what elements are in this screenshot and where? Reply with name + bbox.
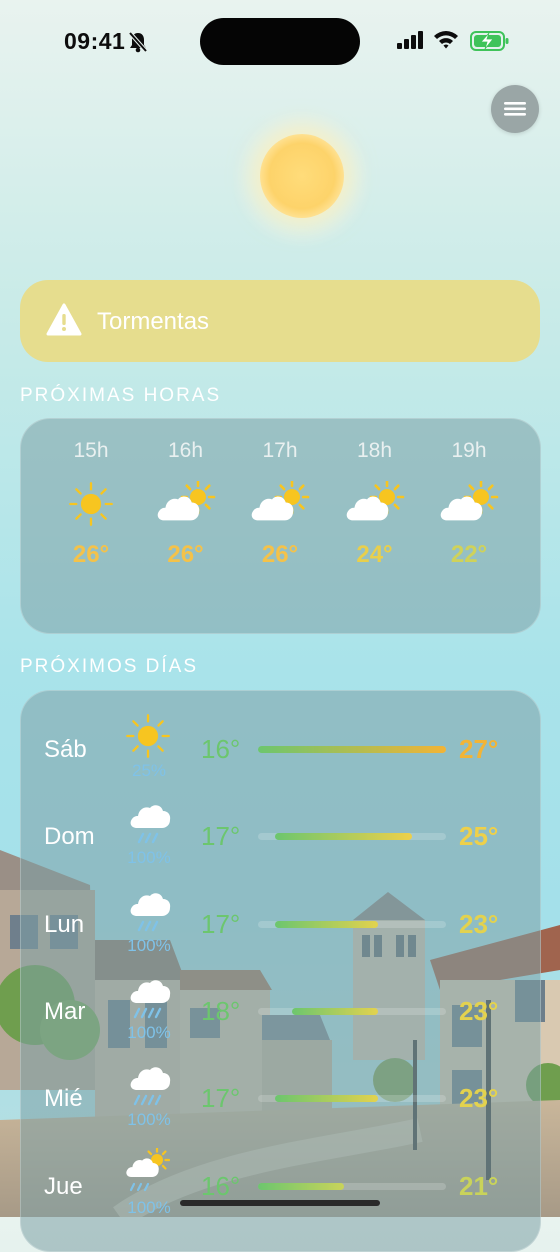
day-label: Mar	[44, 997, 86, 1025]
heavy-rain-cloud-icon	[129, 975, 173, 1026]
temperature-range-bar	[258, 1007, 446, 1015]
status-bar: 09:41	[0, 0, 560, 80]
daily-row[interactable]: Mar 100% 18° 23°	[21, 980, 540, 1068]
hour-temperature: 26°	[261, 541, 299, 568]
day-label: Mié	[44, 1085, 83, 1113]
high-temperature: 23°	[459, 1083, 499, 1114]
battery-charging-icon	[470, 30, 510, 57]
hour-temperature: 24°	[356, 541, 393, 568]
daily-row[interactable]: Jue 100% 16° 21°	[21, 1146, 540, 1243]
hour-label: 17h	[262, 439, 298, 462]
daily-row[interactable]: Lun 100% 17° 23°	[21, 892, 540, 981]
temperature-range-fill	[291, 1007, 379, 1015]
daily-forecast-panel: Sáb 25% 16° 27° Dom 100% 17° 25° Lun 100…	[20, 690, 541, 1252]
home-indicator[interactable]	[180, 1200, 380, 1206]
low-temperature: 17°	[201, 821, 241, 852]
hour-label: 16h	[167, 439, 204, 462]
precipitation-chance: 100%	[127, 935, 171, 955]
hour-label: 19h	[451, 439, 487, 462]
dynamic-island	[200, 18, 360, 65]
temperature-range-bar	[258, 1095, 446, 1103]
daily-row[interactable]: Sáb 25% 16° 27°	[21, 714, 540, 806]
wifi-icon	[433, 29, 459, 54]
low-temperature: 18°	[201, 995, 241, 1026]
precipitation-chance: 100%	[127, 1022, 171, 1042]
daily-row[interactable]: Dom 100% 17° 25°	[21, 805, 540, 893]
hourly-section-title: PRÓXIMAS HORAS	[20, 385, 222, 406]
low-temperature: 16°	[201, 734, 241, 764]
precipitation-chance: 25%	[131, 761, 167, 780]
precipitation-chance: 100%	[127, 1197, 171, 1217]
sun-icon	[68, 481, 114, 532]
sun-rain-icon	[125, 1146, 175, 1199]
temperature-range-fill	[274, 1095, 379, 1103]
daily-section-title: PRÓXIMOS DÍAS	[20, 656, 199, 677]
high-temperature: 27°	[459, 734, 499, 764]
precipitation-chance: 100%	[127, 1110, 171, 1130]
current-weather-sun-icon	[260, 134, 344, 218]
cellular-signal-icon	[397, 31, 425, 54]
rain-cloud-icon	[129, 888, 173, 939]
alert-label: Tormentas	[97, 308, 210, 335]
hamburger-menu-icon	[504, 102, 526, 116]
temperature-range-bar	[258, 920, 446, 928]
weather-alert-banner[interactable]: Tormentas	[20, 280, 540, 362]
high-temperature: 23°	[459, 995, 499, 1026]
high-temperature: 25°	[459, 821, 499, 852]
silent-mode-icon	[128, 31, 148, 58]
low-temperature: 17°	[201, 908, 241, 939]
temperature-range-fill	[274, 833, 413, 841]
hour-temperature: 26°	[167, 541, 204, 568]
partly-cloudy-icon	[156, 479, 218, 534]
temperature-range-fill	[258, 1182, 345, 1190]
temperature-range-bar	[258, 1182, 446, 1190]
sun-icon	[125, 713, 171, 764]
high-temperature: 21°	[459, 1170, 499, 1201]
temperature-range-fill	[258, 746, 446, 753]
day-label: Sáb	[44, 736, 87, 763]
daily-row[interactable]: Mié 100% 17° 23°	[21, 1067, 540, 1155]
hour-label: 18h	[356, 439, 393, 462]
day-label: Jue	[44, 1172, 83, 1200]
warning-icon	[46, 303, 82, 341]
menu-button[interactable]	[491, 85, 539, 133]
precipitation-chance: 100%	[127, 848, 171, 868]
partly-cloudy-icon	[250, 479, 312, 534]
high-temperature: 23°	[459, 908, 499, 939]
hour-temperature: 22°	[450, 541, 488, 568]
partly-cloudy-icon	[439, 479, 501, 534]
hour-temperature: 26°	[72, 541, 110, 568]
low-temperature: 17°	[201, 1083, 241, 1114]
status-time: 09:41	[64, 28, 126, 54]
rain-cloud-icon	[129, 800, 173, 851]
day-label: Lun	[44, 910, 85, 938]
hour-label: 15h	[73, 439, 109, 462]
temperature-range-fill	[274, 920, 379, 928]
heavy-rain-cloud-icon	[129, 1062, 173, 1113]
hourly-forecast-panel: 15h 26° 16h 26° 17h 26° 18h 24° 19h 22°	[20, 418, 541, 634]
partly-cloudy-icon	[345, 479, 407, 534]
temperature-range-bar	[258, 746, 446, 753]
temperature-range-bar	[258, 833, 446, 841]
day-label: Dom	[44, 823, 95, 851]
low-temperature: 16°	[201, 1170, 241, 1201]
